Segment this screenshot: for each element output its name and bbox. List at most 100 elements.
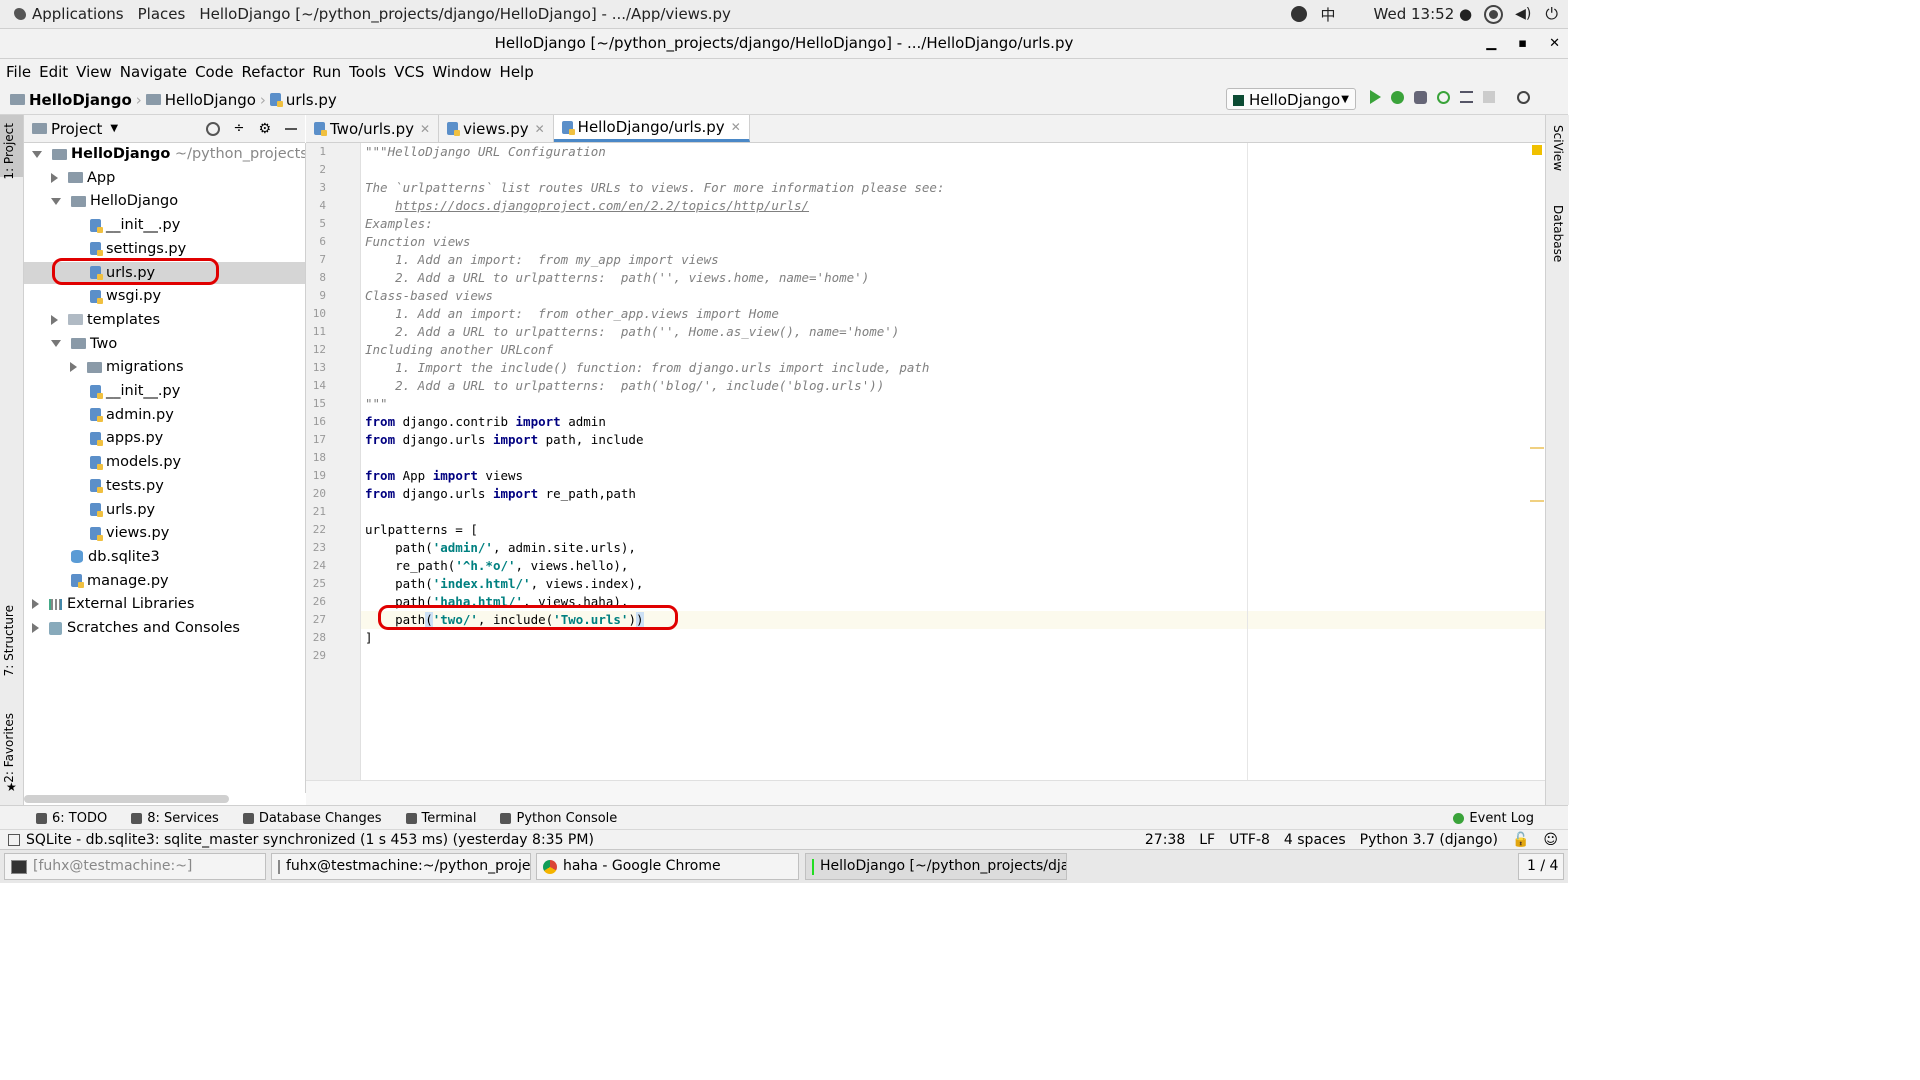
tool-tab-sciview[interactable]: SciView <box>1551 125 1565 171</box>
editor-tab[interactable]: views.py ✕ <box>439 115 554 142</box>
code-line[interactable]: Including another URLconf <box>365 341 553 359</box>
lock-icon[interactable]: 🔓 <box>1512 832 1529 848</box>
python-interpreter[interactable]: Python 3.7 (django) <box>1360 832 1498 848</box>
coverage-icon[interactable] <box>1414 90 1427 104</box>
tree-item[interactable]: db.sqlite3 <box>24 546 305 568</box>
close-tab-icon[interactable]: ✕ <box>535 122 545 136</box>
tree-item[interactable]: wsgi.py <box>24 285 305 307</box>
code-line[interactable]: urlpatterns = [ <box>365 521 478 539</box>
collapsed-arrow-icon[interactable] <box>32 599 39 610</box>
tool-window-database-changes[interactable]: Database Changes <box>242 811 382 826</box>
tree-item[interactable]: __init__.py <box>24 214 305 236</box>
menu-code[interactable]: Code <box>195 63 233 81</box>
code-line[interactable]: from django.contrib import admin <box>365 413 606 431</box>
tree-item[interactable]: Scratches and Consoles <box>24 617 305 639</box>
tool-window-8-services[interactable]: 8: Services <box>131 811 219 826</box>
maximize-icon[interactable]: ▪ <box>1518 36 1527 51</box>
chevron-down-icon[interactable]: ▼ <box>110 123 118 134</box>
collapse-all-icon[interactable]: ÷ <box>234 121 245 136</box>
profile-icon[interactable] <box>1437 90 1450 104</box>
breadcrumb-project[interactable]: HelloDjango <box>29 91 132 109</box>
run-icon[interactable] <box>1370 90 1381 104</box>
tool-tab-structure[interactable]: 7: Structure <box>2 605 16 676</box>
code-editor[interactable]: """HelloDjango URL Configuration The `url… <box>361 143 1545 780</box>
breadcrumb-file[interactable]: urls.py <box>286 91 337 109</box>
menu-vcs[interactable]: VCS <box>394 63 424 81</box>
breadcrumb-package[interactable]: HelloDjango <box>165 91 256 109</box>
menu-navigate[interactable]: Navigate <box>120 63 187 81</box>
event-log-button[interactable]: Event Log <box>1453 811 1534 826</box>
project-view-select[interactable]: Project <box>51 120 102 138</box>
tree-item[interactable]: urls.py <box>24 499 305 521</box>
tree-item[interactable]: External Libraries <box>24 593 305 615</box>
applications-menu[interactable]: Applications <box>14 5 124 23</box>
close-tab-icon[interactable]: ✕ <box>731 120 741 134</box>
hide-panel-icon[interactable] <box>285 127 297 130</box>
code-line[interactable]: Class-based views <box>365 287 493 305</box>
taskbar-item[interactable]: haha - Google Chrome <box>536 853 799 880</box>
expanded-arrow-icon[interactable] <box>51 340 61 348</box>
tree-item[interactable]: urls.py <box>24 261 305 284</box>
taskbar-item[interactable]: HelloDjango [~/python_projects/djan... <box>805 853 1067 880</box>
code-line[interactable]: https://docs.djangoproject.com/en/2.2/to… <box>365 197 809 215</box>
tree-item[interactable]: templates <box>24 309 305 331</box>
code-line[interactable]: Function views <box>365 233 470 251</box>
code-line[interactable]: from django.urls import path, include <box>365 431 643 449</box>
tree-item[interactable]: views.py <box>24 522 305 544</box>
tree-item[interactable]: App <box>24 167 305 189</box>
collapsed-arrow-icon[interactable] <box>70 362 77 373</box>
menu-window[interactable]: Window <box>432 63 491 81</box>
file-encoding[interactable]: UTF-8 <box>1229 832 1270 848</box>
code-line[interactable]: 1. Add an import: from my_app import vie… <box>365 251 719 269</box>
taskbar-item[interactable]: fuhx@testmachine:~/python_project... <box>271 853 531 880</box>
tree-item[interactable]: manage.py <box>24 570 305 592</box>
tool-tab-favorites[interactable]: 2: Favorites <box>2 713 16 783</box>
code-line[interactable]: 2. Add a URL to urlpatterns: path('blog/… <box>365 377 884 395</box>
code-line[interactable]: 1. Add an import: from other_app.views i… <box>365 305 779 323</box>
tree-item[interactable]: settings.py <box>24 238 305 260</box>
menu-run[interactable]: Run <box>312 63 341 81</box>
places-menu[interactable]: Places <box>138 5 186 23</box>
code-line[interactable]: Examples: <box>365 215 433 233</box>
tool-window-python-console[interactable]: Python Console <box>500 811 617 826</box>
stop-icon[interactable] <box>1483 91 1495 103</box>
tree-item[interactable]: HelloDjango ~/python_projects/djan <box>24 143 305 165</box>
tree-item[interactable]: Two <box>24 333 305 355</box>
scrollbar-marker[interactable] <box>1530 447 1544 449</box>
menu-view[interactable]: View <box>76 63 112 81</box>
code-line[interactable]: path('two/', include('Two.urls')) <box>361 611 1545 629</box>
code-line[interactable] <box>365 503 373 521</box>
tree-item[interactable]: __init__.py <box>24 380 305 402</box>
scrollbar-marker[interactable] <box>1530 500 1544 502</box>
code-line[interactable]: path('admin/', admin.site.urls), <box>365 539 636 557</box>
tree-item[interactable]: models.py <box>24 451 305 473</box>
status-icon[interactable] <box>8 834 20 846</box>
close-tab-icon[interactable]: ✕ <box>420 122 430 136</box>
search-icon[interactable] <box>1517 90 1530 104</box>
line-separator[interactable]: LF <box>1199 832 1215 848</box>
tool-window-6-todo[interactable]: 6: TODO <box>36 811 107 826</box>
clock[interactable]: Wed 13:52 ● <box>1374 5 1473 23</box>
gear-icon[interactable]: ⚙ <box>258 121 271 137</box>
inspector-icon[interactable]: ☺ <box>1543 832 1558 848</box>
code-line[interactable] <box>365 449 373 467</box>
code-line[interactable]: 2. Add a URL to urlpatterns: path('', vi… <box>365 269 869 287</box>
code-line[interactable]: from App import views <box>365 467 523 485</box>
status-message[interactable]: SQLite - db.sqlite3: sqlite_master synch… <box>26 832 594 848</box>
network-icon[interactable] <box>1486 6 1502 22</box>
inspection-warning-icon[interactable] <box>1532 145 1542 155</box>
tree-item[interactable]: admin.py <box>24 404 305 426</box>
caret-position[interactable]: 27:38 <box>1145 832 1185 848</box>
run-configuration-select[interactable]: HelloDjango ▼ <box>1226 88 1356 110</box>
code-line[interactable]: 1. Import the include() function: from d… <box>365 359 929 377</box>
editor-tab[interactable]: Two/urls.py ✕ <box>306 115 440 142</box>
menu-tools[interactable]: Tools <box>349 63 386 81</box>
code-line[interactable]: path('index.html/', views.index), <box>365 575 643 593</box>
code-line[interactable]: ] <box>365 629 373 647</box>
input-method-indicator[interactable]: 中 <box>1321 4 1336 25</box>
menu-file[interactable]: File <box>6 63 31 81</box>
tree-item[interactable]: apps.py <box>24 427 305 449</box>
volume-icon[interactable]: ◀) <box>1515 6 1531 22</box>
code-line[interactable]: """ <box>365 395 388 413</box>
taskbar-item[interactable]: [fuhx@testmachine:~] <box>4 853 266 880</box>
